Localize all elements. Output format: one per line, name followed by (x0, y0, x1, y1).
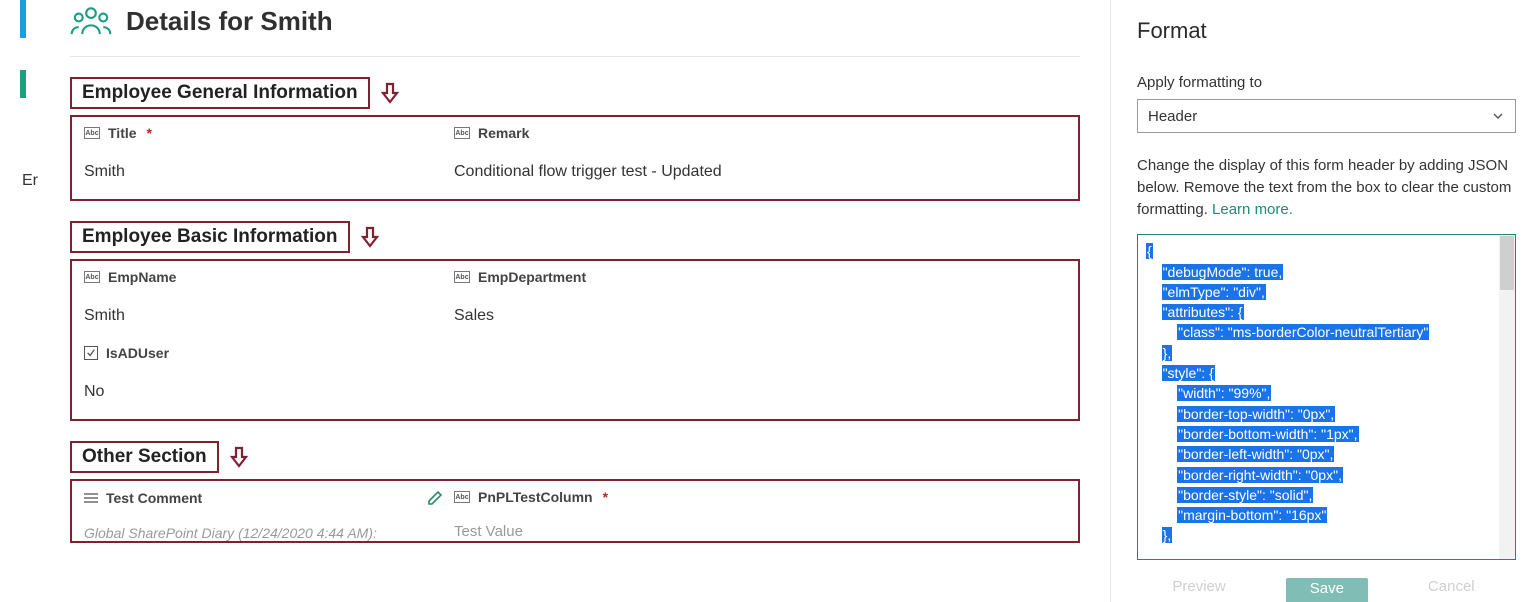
format-help-text: Change the display of this form header b… (1137, 155, 1516, 220)
section-general-fields: Abc Title * Smith Abc Remark Conditional… (70, 115, 1080, 201)
json-line: "elmType": "div", (1146, 282, 1511, 302)
json-line: "border-left-width": "0px", (1146, 444, 1511, 464)
field-label-isad[interactable]: IsADUser (84, 345, 1066, 361)
scroll-thumb[interactable] (1500, 236, 1514, 290)
field-label-testcomment[interactable]: Test Comment (84, 489, 454, 507)
required-mark: * (147, 125, 152, 141)
details-panel: Details for Smith Employee General Infor… (50, 0, 1110, 602)
panel-header: Details for Smith (70, 4, 1080, 57)
rail-accent-b (20, 70, 26, 98)
json-line: { (1146, 241, 1511, 261)
format-pane-title: Format (1137, 18, 1516, 44)
json-line: "debugMode": true, (1146, 262, 1511, 282)
field-value-remark[interactable]: Conditional flow trigger test - Updated (454, 163, 794, 181)
json-scrollbar[interactable] (1499, 235, 1515, 559)
field-label-title[interactable]: Abc Title * (84, 125, 454, 141)
json-line: }, (1146, 525, 1511, 545)
label-text: EmpDepartment (478, 269, 586, 285)
field-label-empname[interactable]: Abc EmpName (84, 269, 454, 285)
field-value-isad[interactable]: No (84, 383, 1066, 401)
json-editor[interactable]: { "debugMode": true, "elmType": "div", "… (1137, 234, 1516, 560)
field-value-testcomment[interactable]: Global SharePoint Diary (12/24/2020 4:44… (84, 525, 454, 541)
format-footer: Preview Save Cancel (1111, 578, 1536, 602)
json-line: "border-style": "solid", (1146, 485, 1511, 505)
field-value-empdept[interactable]: Sales (454, 307, 794, 325)
text-field-icon: Abc (454, 491, 470, 503)
field-label-pnpl[interactable]: Abc PnPLTestColumn * (454, 489, 794, 505)
chevron-down-icon (1491, 109, 1505, 123)
format-pane: Format Apply formatting to Header Change… (1110, 0, 1536, 602)
label-text: IsADUser (106, 345, 169, 361)
field-value-title[interactable]: Smith (84, 163, 454, 181)
edit-pencil-icon[interactable] (426, 489, 444, 507)
label-text: Title (108, 125, 137, 141)
arrow-down-icon (360, 226, 380, 248)
section-other-fields: Test Comment Global SharePoint Diary (12… (70, 479, 1080, 543)
field-value-empname[interactable]: Smith (84, 307, 454, 325)
text-field-icon: Abc (84, 271, 100, 283)
preview-button[interactable]: Preview (1172, 578, 1225, 595)
cancel-button[interactable]: Cancel (1428, 578, 1475, 595)
dropdown-value: Header (1148, 108, 1197, 125)
help-text-content: Change the display of this form header b… (1137, 157, 1511, 218)
field-value-pnpl[interactable]: Test Value (454, 523, 794, 540)
section-title-general: Employee General Information (70, 77, 370, 109)
json-line: "width": "99%", (1146, 383, 1511, 403)
rail-label: Er (22, 172, 38, 190)
json-line: "style": { (1146, 363, 1511, 383)
label-text: PnPLTestColumn (478, 489, 593, 505)
multiline-field-icon (84, 492, 98, 504)
required-mark: * (603, 489, 608, 505)
section-title-basic: Employee Basic Information (70, 221, 350, 253)
field-label-empdept[interactable]: Abc EmpDepartment (454, 269, 794, 285)
json-line: "border-bottom-width": "1px", (1146, 424, 1511, 444)
checkbox-field-icon (84, 346, 98, 360)
field-label-remark[interactable]: Abc Remark (454, 125, 794, 141)
text-field-icon: Abc (84, 127, 100, 139)
json-line: "border-right-width": "0px", (1146, 465, 1511, 485)
label-text: Remark (478, 125, 529, 141)
arrow-down-icon (229, 446, 249, 468)
learn-more-link[interactable]: Learn more. (1212, 201, 1293, 218)
arrow-down-icon (380, 82, 400, 104)
app-left-rail: Er (0, 0, 50, 602)
text-field-icon: Abc (454, 127, 470, 139)
section-title-other: Other Section (70, 441, 219, 473)
json-line: "attributes": { (1146, 302, 1511, 322)
save-button[interactable]: Save (1286, 578, 1368, 602)
label-text: EmpName (108, 269, 176, 285)
json-line: }, (1146, 343, 1511, 363)
section-basic-fields: Abc EmpName Smith Abc EmpDepartment Sale… (70, 259, 1080, 421)
json-line: "class": "ms-borderColor-neutralTertiary… (1146, 322, 1511, 342)
rail-accent-a (20, 0, 26, 38)
json-line: "border-top-width": "0px", (1146, 404, 1511, 424)
page-title: Details for Smith (126, 6, 333, 37)
text-field-icon: Abc (454, 271, 470, 283)
json-line: "margin-bottom": "16px" (1146, 505, 1511, 525)
label-text: Test Comment (106, 490, 202, 506)
apply-formatting-label: Apply formatting to (1137, 74, 1516, 91)
apply-formatting-dropdown[interactable]: Header (1137, 99, 1516, 133)
people-icon (70, 4, 112, 38)
